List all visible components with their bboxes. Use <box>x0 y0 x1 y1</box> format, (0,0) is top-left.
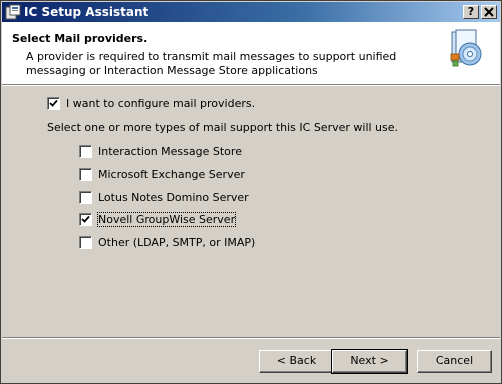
page-description: A provider is required to transmit mail … <box>26 50 397 77</box>
title-bar[interactable]: IC Setup Assistant ? <box>2 2 500 22</box>
checkmark-icon <box>49 99 58 107</box>
setup-disc-icon <box>450 29 482 67</box>
provider-lotus-notes-domino[interactable]: Lotus Notes Domino Server <box>79 190 249 204</box>
wizard-header: Select Mail providers. A provider is req… <box>2 22 500 84</box>
checkbox-label: Interaction Message Store <box>98 144 242 158</box>
instruction-text: Select one or more types of mail support… <box>47 121 399 134</box>
close-icon <box>484 7 494 17</box>
setup-app-icon <box>5 4 21 20</box>
provider-other[interactable]: Other (LDAP, SMTP, or IMAP) <box>79 235 255 249</box>
page-title: Select Mail providers. <box>12 32 148 45</box>
checkbox[interactable] <box>79 190 92 204</box>
back-button[interactable]: < Back <box>259 350 334 373</box>
header-separator <box>2 84 500 86</box>
provider-interaction-message-store[interactable]: Interaction Message Store <box>79 144 242 158</box>
checkbox-label: I want to configure mail providers. <box>66 96 256 110</box>
window-title: IC Setup Assistant <box>24 5 149 19</box>
provider-microsoft-exchange[interactable]: Microsoft Exchange Server <box>79 167 245 181</box>
close-button[interactable] <box>481 5 497 19</box>
cancel-button[interactable]: Cancel <box>417 350 492 373</box>
checkbox[interactable] <box>47 96 60 110</box>
checkbox-label: Novell GroupWise Server <box>96 211 237 227</box>
checkbox-label: Microsoft Exchange Server <box>98 167 245 181</box>
checkmark-icon <box>81 215 90 223</box>
checkbox[interactable] <box>79 144 92 158</box>
footer-separator <box>2 337 500 339</box>
help-button[interactable]: ? <box>463 5 479 19</box>
checkbox[interactable] <box>79 212 92 226</box>
provider-novell-groupwise[interactable]: Novell GroupWise Server <box>79 211 237 227</box>
checkbox-label: Other (LDAP, SMTP, or IMAP) <box>98 235 256 249</box>
configure-mail-providers-checkbox[interactable]: I want to configure mail providers. <box>47 96 255 110</box>
checkbox-label: Lotus Notes Domino Server <box>98 190 249 204</box>
setup-assistant-window: IC Setup Assistant ? Select Mail provide… <box>0 0 502 384</box>
next-button[interactable]: Next > <box>331 349 408 374</box>
checkbox[interactable] <box>79 167 92 181</box>
checkbox[interactable] <box>79 235 92 249</box>
